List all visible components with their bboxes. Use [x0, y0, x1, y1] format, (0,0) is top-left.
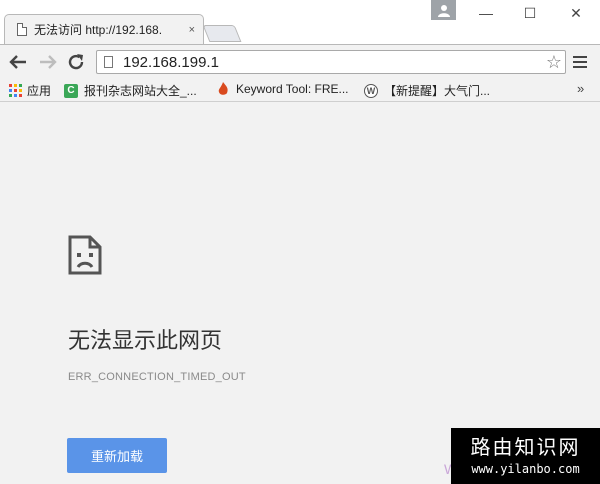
url-input[interactable]: [123, 53, 565, 71]
close-window-button[interactable]: ✕: [558, 0, 594, 26]
bookmark-label: 应用: [27, 84, 52, 98]
bookmark-label: 报刊杂志网站大全_...: [84, 84, 197, 98]
new-tab-button[interactable]: [202, 25, 242, 42]
error-title: 无法显示此网页: [68, 328, 223, 353]
watermark-url: www.yilanbo.com: [471, 462, 580, 476]
bookmark-item[interactable]: Keyword Tool: FRE...: [216, 82, 349, 96]
bookmark-label: Keyword Tool: FRE...: [236, 82, 349, 96]
watermark: 路由知识网 www.yilanbo.com: [451, 428, 600, 484]
sad-page-icon: [68, 235, 102, 275]
tab-title: 无法访问 http://192.168.: [34, 23, 163, 37]
flame-icon: [216, 82, 230, 96]
back-button[interactable]: [7, 51, 29, 73]
bookmark-apps[interactable]: 应用: [9, 82, 51, 99]
star-icon[interactable]: ☆: [546, 52, 562, 72]
arrow-left-icon: [9, 55, 26, 69]
user-icon: [437, 4, 450, 17]
page-icon: [17, 23, 27, 36]
forward-button[interactable]: [37, 51, 59, 73]
bookmarks-bar: 应用 C 报刊杂志网站大全_... Keyword Tool: FRE... W…: [0, 78, 600, 102]
page-icon: [104, 56, 113, 68]
tab[interactable]: 无法访问 http://192.168. ×: [4, 14, 204, 44]
apps-grid-icon: [9, 84, 22, 97]
menu-icon[interactable]: [572, 54, 588, 70]
error-page: 无法显示此网页 ERR_CONNECTION_TIMED_OUT 重新加载: [0, 103, 600, 484]
reload-button[interactable]: [65, 51, 87, 73]
maximize-button[interactable]: ☐: [512, 0, 548, 26]
minimize-button[interactable]: —: [468, 0, 504, 26]
more-bookmarks-icon[interactable]: »: [577, 81, 584, 96]
bookmark-item[interactable]: C 报刊杂志网站大全_...: [64, 82, 197, 99]
title-bar: 无法访问 http://192.168. × — ☐ ✕: [0, 0, 600, 44]
tab-close-icon[interactable]: ×: [189, 24, 195, 36]
profile-button[interactable]: [431, 0, 456, 20]
toolbar: ☆: [0, 44, 600, 78]
reload-icon: [68, 54, 84, 70]
wordpress-icon: W: [364, 83, 378, 98]
bookmark-favicon-icon: C: [64, 83, 78, 98]
reload-page-button[interactable]: 重新加载: [67, 438, 167, 473]
bookmark-item[interactable]: W 【新提醒】大气门...: [364, 82, 490, 99]
address-bar[interactable]: ☆: [96, 50, 566, 74]
watermark-title: 路由知识网: [470, 435, 581, 459]
arrow-right-icon: [40, 55, 57, 69]
bookmark-label: 【新提醒】大气门...: [384, 84, 491, 98]
error-code: ERR_CONNECTION_TIMED_OUT: [68, 371, 246, 383]
